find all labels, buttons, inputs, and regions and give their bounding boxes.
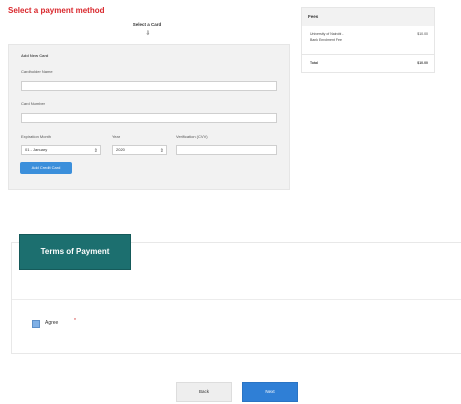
total-amount: $10.00 [417, 61, 428, 65]
terms-of-payment-tab[interactable]: Terms of Payment [19, 234, 131, 270]
summary-divider [302, 54, 434, 55]
add-card-heading: Add New Card [21, 53, 49, 58]
fee-item-line2: Bank Enrolment Fee [310, 38, 342, 42]
year-value: 2020 [116, 147, 125, 152]
verification-label: Verification (CVV) [176, 134, 208, 139]
total-label: Total [310, 61, 319, 65]
agree-checkbox[interactable] [32, 320, 40, 328]
arrow-down-icon: ⇩ [145, 31, 151, 37]
select-caret-icon: ⇕ [159, 148, 164, 154]
cardholder-input[interactable] [21, 81, 277, 91]
page-title: Select a payment method [8, 6, 105, 15]
fees-summary-header: Fees [302, 8, 434, 26]
expiration-month-value: 01 - January [25, 147, 48, 152]
expiration-month-select[interactable]: 01 - January ⇕ [21, 145, 101, 155]
card-number-input[interactable] [21, 113, 277, 123]
fee-item-amount: $10.00 [417, 32, 428, 36]
fees-summary: Fees University of Nairobi - Bank Enrolm… [301, 7, 435, 73]
verification-input[interactable] [176, 145, 277, 155]
back-button[interactable]: Back [176, 382, 232, 402]
select-card-heading: Select a Card [132, 22, 162, 27]
agree-label: Agree [45, 320, 59, 326]
card-number-label: Card Number [21, 101, 46, 106]
expiration-month-label: Expiration Month [21, 134, 52, 139]
cardholder-label: Cardholder Name [21, 69, 53, 74]
select-caret-icon: ⇕ [93, 148, 98, 154]
add-credit-card-button[interactable]: Add Credit Card [20, 162, 72, 174]
year-label: Year [112, 134, 121, 139]
terms-divider [12, 299, 461, 300]
required-marker: * [74, 318, 76, 324]
next-button[interactable]: Next [242, 382, 298, 402]
fee-item-line1: University of Nairobi - [310, 32, 344, 36]
year-select[interactable]: 2020 ⇕ [112, 145, 167, 155]
